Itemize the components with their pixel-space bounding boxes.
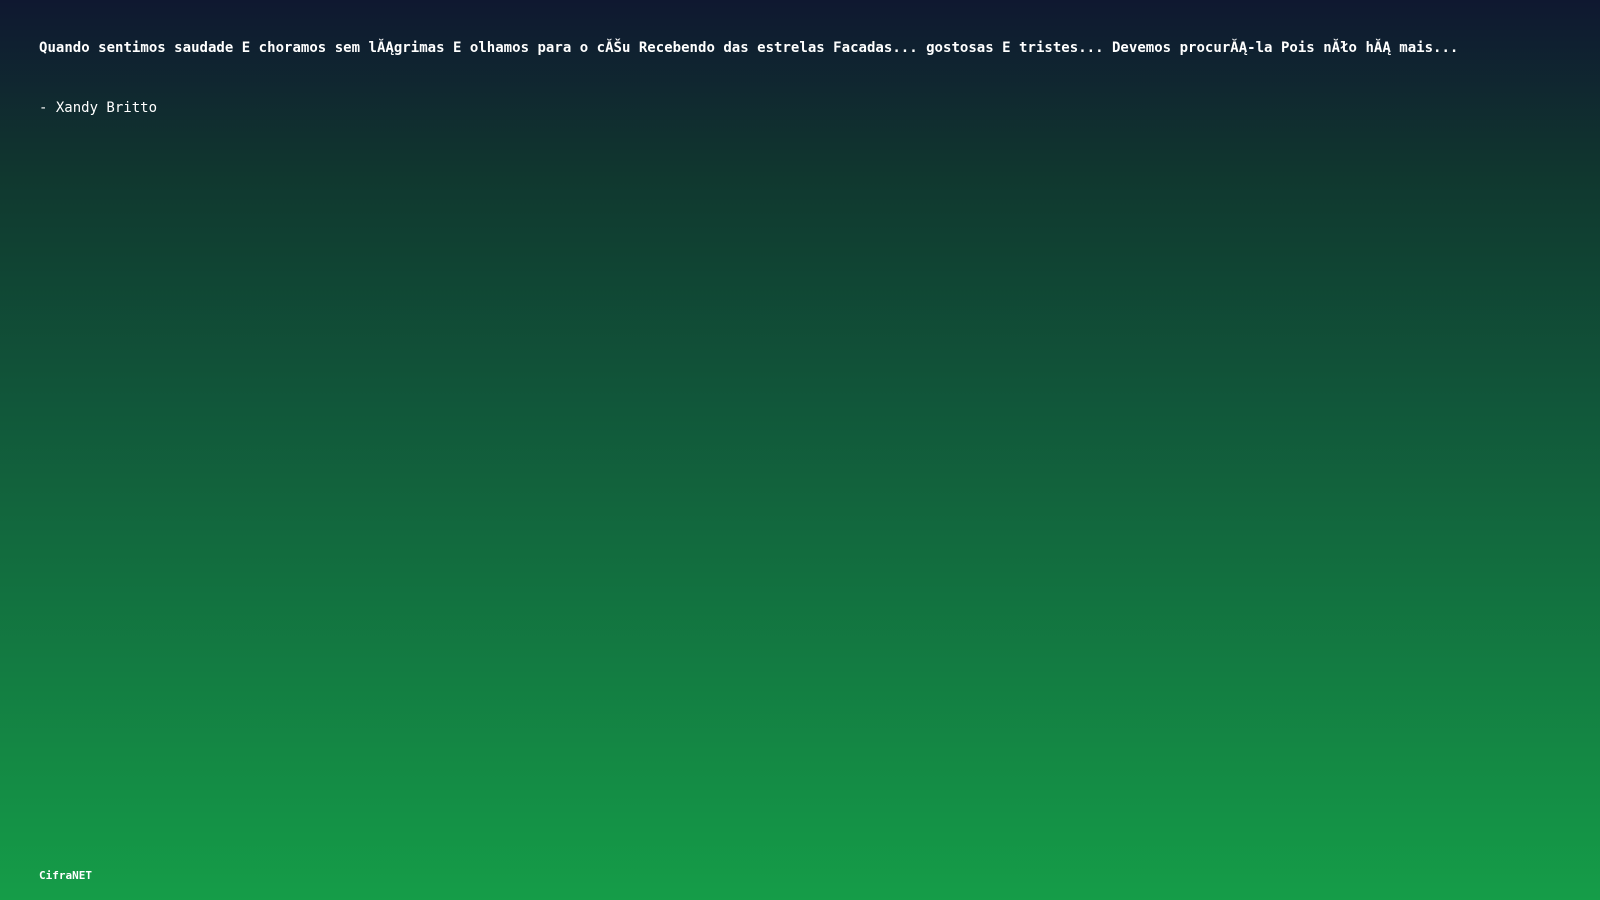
quote-text: Quando sentimos saudade E choramos sem l… [39, 40, 1459, 56]
quote-card: Quando sentimos saudade E choramos sem l… [0, 0, 1600, 900]
quote-author: - Xandy Britto [39, 100, 158, 116]
brand-label: CifraNET [39, 869, 92, 882]
